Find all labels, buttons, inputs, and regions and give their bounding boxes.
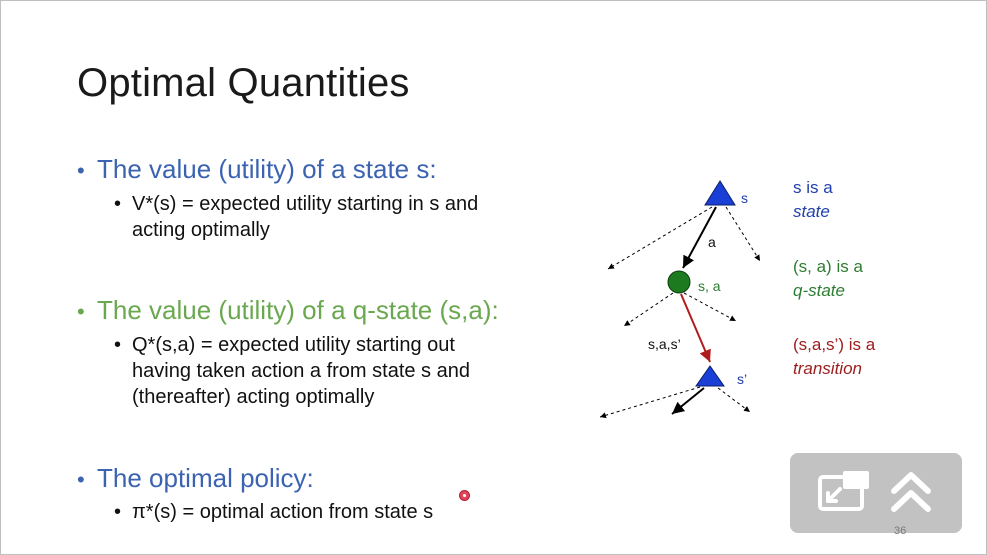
sub-bullet-line: V*(s) = expected utility starting in s a… (132, 193, 479, 215)
sub-bullet-line: having taken action a from state s and (132, 360, 470, 382)
sub-bullet-v-star: • V*(s) = expected utility starting in s … (114, 191, 478, 243)
dashed-branch (725, 206, 761, 262)
sub-bullet-glyph: • (114, 501, 122, 523)
action-arrow (671, 387, 705, 415)
sub-bullet-line: Q*(s,a) = expected utility starting out (132, 334, 455, 356)
bullet-text: The optimal policy: (97, 463, 314, 493)
bullet-text: The value (utility) of a q-state (s,a): (97, 295, 499, 325)
note-qstate: (s, a) is a q-state (793, 255, 863, 303)
label-sas: s,a,s’ (648, 336, 681, 352)
video-overlay-controls (790, 453, 962, 533)
dashed-branch (717, 387, 751, 413)
sub-bullet-glyph: • (114, 193, 122, 215)
pointer-cursor-icon (459, 490, 470, 501)
bullet-glyph: • (77, 158, 85, 183)
picture-in-picture-button[interactable] (816, 467, 872, 522)
label-s: s (741, 190, 748, 206)
sub-bullet-line: acting optimally (132, 219, 270, 241)
sub-bullet-line: π*(s) = optimal action from state s (132, 501, 434, 523)
note-transition: (s,a,s’) is a transition (793, 333, 875, 381)
sub-bullet-line: (thereafter) acting optimally (132, 386, 375, 408)
mdp-search-tree-diagram: s a s, a s,a,s’ s’ (599, 180, 761, 419)
bullet-qstate-value: • The value (utility) of a q-state (s,a)… (77, 295, 499, 326)
slide: Optimal Quantities • The value (utility)… (0, 0, 987, 555)
dashed-branch (623, 292, 674, 327)
bullet-state-value: • The value (utility) of a state s: (77, 154, 437, 185)
dashed-branch (599, 386, 701, 419)
label-a: a (708, 234, 716, 250)
sub-bullet-pi-star: • π*(s) = optimal action from state s (114, 499, 433, 525)
dashed-branch (607, 206, 713, 270)
label-sa: s, a (698, 278, 721, 294)
bullet-text: The value (utility) of a state s: (97, 154, 437, 184)
note-line: (s, a) is a (793, 257, 863, 276)
label-s-prime: s’ (737, 371, 747, 387)
slide-title: Optimal Quantities (77, 61, 410, 105)
bullet-glyph: • (77, 299, 85, 324)
slide-page-number: 36 (894, 525, 907, 537)
note-line: q-state (793, 281, 845, 300)
scroll-up-button[interactable] (888, 467, 934, 522)
note-line: (s,a,s’) is a (793, 335, 876, 354)
note-line: state (793, 202, 830, 221)
note-line: transition (793, 359, 862, 378)
state-node-s-prime (695, 365, 725, 387)
sub-bullet-q-star: • Q*(s,a) = expected utility starting out… (114, 332, 470, 410)
sub-bullet-glyph: • (114, 334, 122, 356)
note-state: s is a state (793, 176, 833, 224)
double-chevron-up-icon (891, 472, 931, 512)
bullet-glyph: • (77, 467, 85, 492)
note-line: s is a (793, 178, 833, 197)
picture-in-picture-icon (818, 471, 869, 511)
bullet-optimal-policy: • The optimal policy: (77, 463, 314, 494)
qstate-node-sa (667, 270, 691, 294)
state-node-s (704, 180, 736, 206)
